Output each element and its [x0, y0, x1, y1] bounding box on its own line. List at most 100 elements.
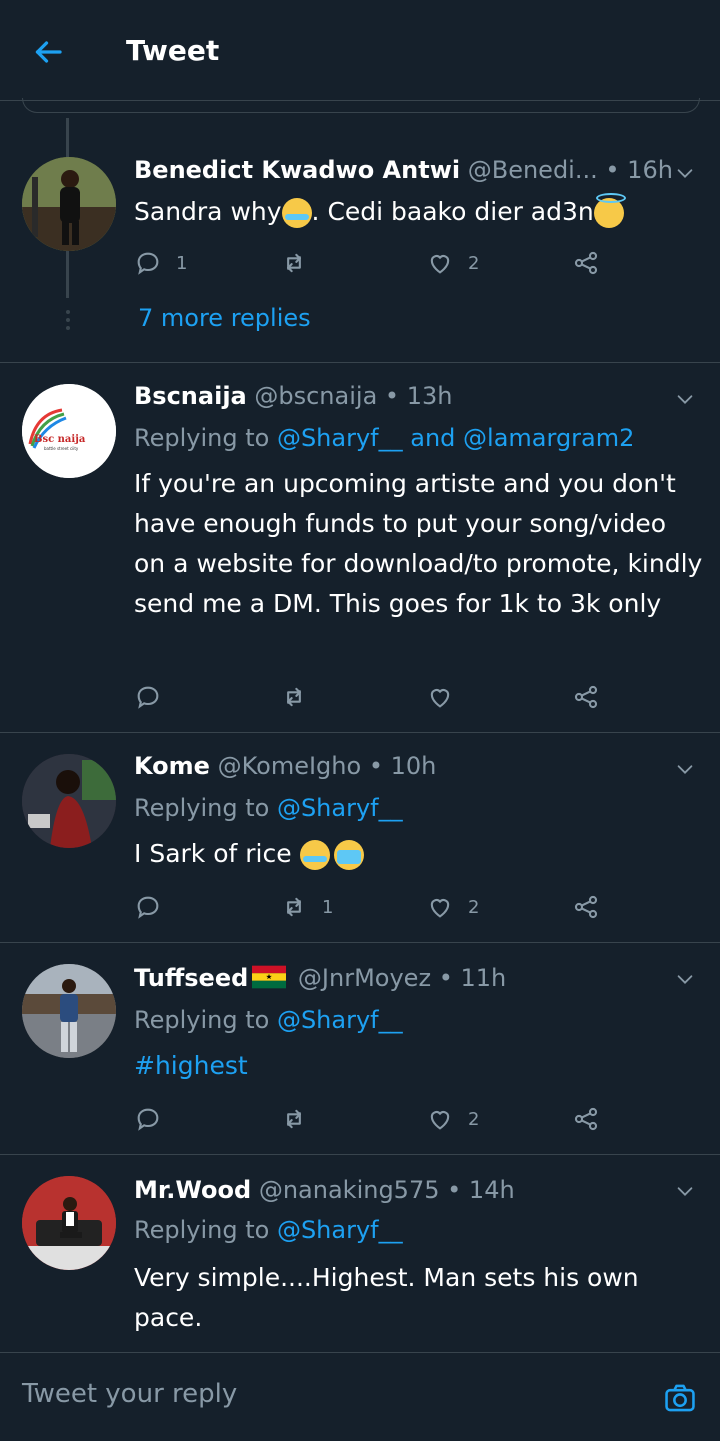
tweet-text-part: Sandra why: [134, 197, 282, 226]
timestamp: 16h: [627, 156, 673, 184]
action-bar: 1 2: [134, 890, 614, 924]
retweet-button[interactable]: 1: [280, 890, 333, 924]
heart-icon: [430, 689, 450, 708]
reply-composer: Tweet your reply: [0, 1352, 720, 1441]
mention-link[interactable]: @Sharyf__: [277, 424, 403, 452]
separator-dot: •: [447, 1176, 469, 1204]
tweet-text-part: . Cedi baako dier ad3n: [311, 197, 594, 226]
heart-icon: [430, 899, 450, 918]
share-button[interactable]: [572, 246, 600, 280]
like-button[interactable]: 2: [426, 246, 479, 280]
tweet-benedict[interactable]: Benedict Kwadwo Antwi @Benedi... • 16h S…: [0, 100, 720, 363]
tweet-kome[interactable]: Kome @KomeIgho • 10h Replying to @Sharyf…: [0, 732, 720, 943]
username[interactable]: @KomeIgho: [218, 752, 362, 780]
tweet-mrwood[interactable]: Mr.Wood @nanaking575 • 14h Replying to @…: [0, 1154, 720, 1352]
avatar[interactable]: [22, 157, 116, 251]
username[interactable]: @Benedi...: [468, 156, 598, 184]
reply-input[interactable]: Tweet your reply: [22, 1379, 237, 1409]
username[interactable]: @JnrMoyez: [298, 964, 431, 992]
chevron-down-icon[interactable]: [674, 758, 696, 780]
retweet-icon: [287, 1109, 301, 1129]
reply-count: 1: [176, 252, 188, 274]
retweet-icon: [287, 687, 301, 707]
tweet-text: #highest: [134, 1046, 704, 1086]
replying-to-label: Replying to: [134, 794, 277, 822]
chevron-down-icon[interactable]: [674, 388, 696, 410]
replying-to: Replying to @Sharyf__: [134, 794, 403, 822]
back-arrow-icon[interactable]: [30, 34, 66, 70]
share-button[interactable]: [572, 680, 600, 714]
chevron-down-icon[interactable]: [674, 1180, 696, 1202]
top-bar: Tweet: [0, 0, 720, 101]
reply-icon: [137, 686, 159, 709]
share-icon: [574, 1107, 598, 1131]
reply-icon: [137, 1108, 159, 1131]
replying-to-and: and: [402, 424, 464, 452]
avatar[interactable]: [22, 754, 116, 848]
timestamp: 13h: [406, 382, 453, 410]
reply-button[interactable]: [134, 1102, 176, 1136]
reply-icon: [137, 896, 159, 919]
separator-dot: •: [384, 382, 407, 410]
more-replies-link[interactable]: 7 more replies: [138, 304, 311, 332]
separator-dot: •: [368, 752, 391, 780]
mention-link[interactable]: @lamargram2: [463, 424, 634, 452]
tweet-header: Benedict Kwadwo Antwi @Benedi... • 16h: [134, 156, 673, 184]
mention-link[interactable]: @Sharyf__: [277, 1006, 403, 1034]
retweet-button[interactable]: [280, 1102, 322, 1136]
retweet-icon: [287, 897, 301, 917]
avatar[interactable]: Bsc naija battle street ciity: [22, 384, 116, 478]
avatar[interactable]: [22, 1176, 116, 1270]
share-button[interactable]: [572, 1102, 600, 1136]
mention-link[interactable]: @Sharyf__: [277, 794, 403, 822]
tweet-bscnaija[interactable]: Bsc naija battle street ciity Bscnaija @…: [0, 362, 720, 733]
display-name[interactable]: Mr.Wood: [134, 1176, 251, 1204]
like-count: 2: [468, 896, 480, 918]
retweet-count: 1: [322, 896, 334, 918]
display-name[interactable]: Kome: [134, 752, 210, 780]
loudly-crying-emoji-icon: [333, 840, 364, 870]
ghana-flag-icon: [252, 965, 287, 989]
username[interactable]: @bscnaija: [254, 382, 377, 410]
halo-emoji-icon: [593, 193, 626, 228]
tears-of-joy-emoji-icon: [299, 840, 330, 870]
display-name[interactable]: Bscnaija: [134, 382, 247, 410]
tweet-header: Kome @KomeIgho • 10h: [134, 752, 436, 780]
chevron-down-icon[interactable]: [674, 968, 696, 990]
replying-to: Replying to @Sharyf__: [134, 1006, 403, 1034]
replying-to-label: Replying to: [134, 424, 277, 452]
replying-to-label: Replying to: [134, 1006, 277, 1034]
thread-dots: [66, 310, 70, 334]
chevron-down-icon[interactable]: [674, 162, 696, 184]
tweet-header: Mr.Wood @nanaking575 • 14h: [134, 1176, 515, 1204]
tweet-header: Bscnaija @bscnaija • 13h: [134, 382, 452, 410]
replying-to-label: Replying to: [134, 1216, 277, 1244]
display-name[interactable]: Tuffseed: [134, 964, 248, 992]
tears-of-joy-emoji-icon: [281, 198, 312, 228]
hashtag-link[interactable]: #highest: [134, 1051, 248, 1080]
action-bar: 2: [134, 1102, 614, 1136]
username[interactable]: @nanaking575: [259, 1176, 440, 1204]
camera-icon[interactable]: [662, 1381, 698, 1415]
mention-link[interactable]: @Sharyf__: [277, 1216, 403, 1244]
retweet-button[interactable]: [280, 246, 322, 280]
like-button[interactable]: 2: [426, 1102, 479, 1136]
retweet-button[interactable]: [280, 680, 322, 714]
like-count: 2: [468, 252, 480, 274]
tweet-text: If you're an upcoming artiste and you do…: [134, 469, 703, 618]
reply-button[interactable]: [134, 890, 176, 924]
replying-to: Replying to @Sharyf__ and @lamargram2: [134, 424, 634, 452]
avatar[interactable]: [22, 964, 116, 1058]
share-button[interactable]: [572, 890, 600, 924]
tweet-text: Very simple....Highest. Man sets his own…: [134, 1263, 639, 1332]
reply-button[interactable]: 1: [134, 246, 187, 280]
display-name[interactable]: Benedict Kwadwo Antwi: [134, 156, 460, 184]
page-title: Tweet: [126, 34, 220, 67]
like-button[interactable]: 2: [426, 890, 479, 924]
action-bar: [134, 680, 614, 714]
timestamp: 14h: [468, 1176, 515, 1204]
like-button[interactable]: [426, 680, 468, 714]
replying-to: Replying to @Sharyf__: [134, 1216, 403, 1244]
reply-button[interactable]: [134, 680, 176, 714]
tweet-tuffseed[interactable]: Tuffseed @JnrMoyez • 11h Replying to @Sh…: [0, 942, 720, 1155]
